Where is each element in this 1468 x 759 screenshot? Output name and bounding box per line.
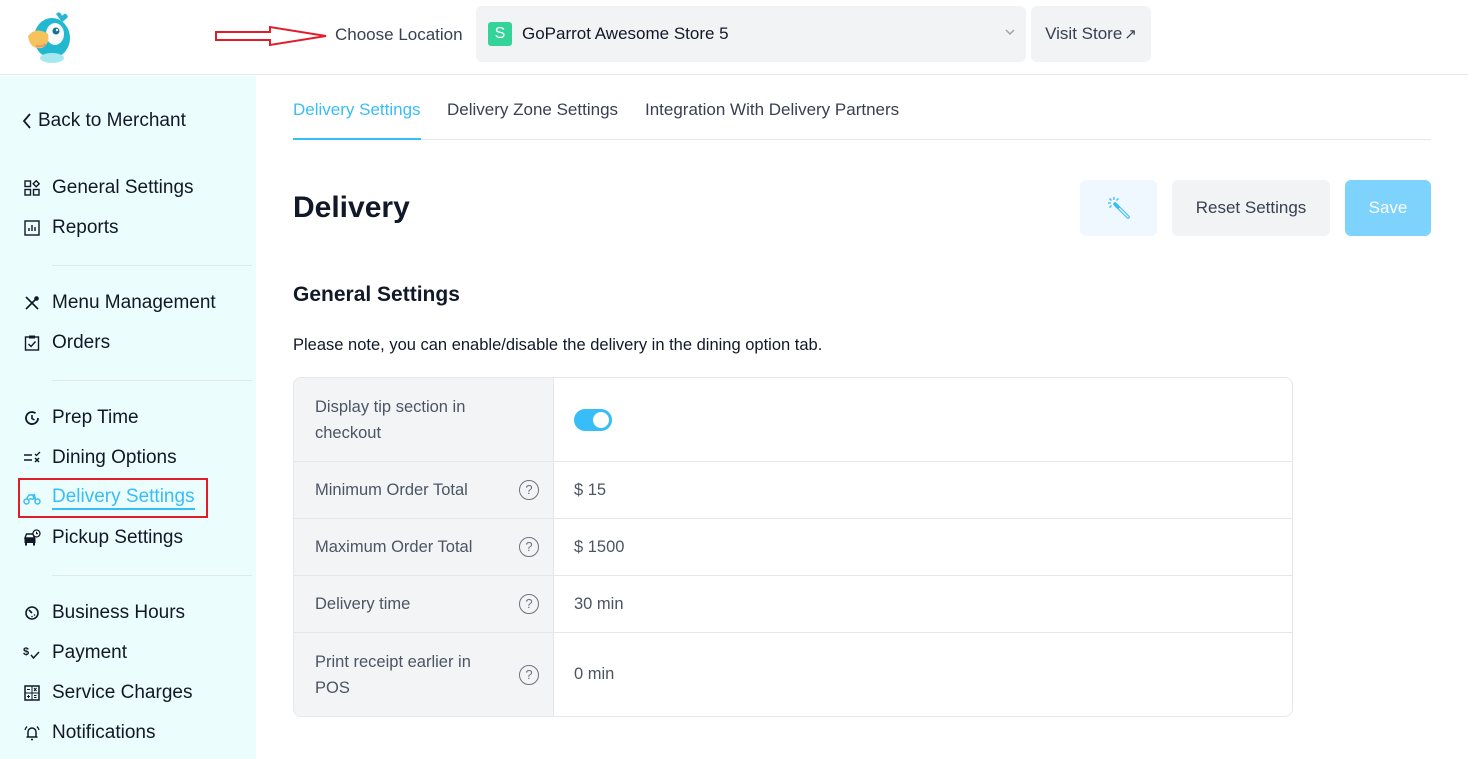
- location-select[interactable]: S GoParrot Awesome Store 5: [476, 6, 1026, 62]
- sidebar: Back to Merchant General Settings Report…: [0, 76, 256, 759]
- sidebar-item-label: Dining Options: [52, 447, 177, 468]
- goparrot-logo[interactable]: [22, 10, 78, 64]
- maximum-order-value[interactable]: $ 1500: [554, 519, 1292, 575]
- setting-row-print-receipt: Print receipt earlier in POS ? 0 min: [294, 633, 1292, 716]
- sidebar-item-orders[interactable]: Orders: [22, 329, 110, 357]
- setting-row-delivery-time: Delivery time ? 30 min: [294, 576, 1292, 633]
- setting-label-cell: Maximum Order Total ?: [294, 519, 554, 575]
- setting-row-display-tip: Display tip section in checkout: [294, 378, 1292, 462]
- delivery-note: Please note, you can enable/disable the …: [293, 336, 823, 354]
- setting-label: Print receipt earlier in POS: [315, 652, 471, 697]
- top-header: Choose Location S GoParrot Awesome Store…: [0, 0, 1468, 75]
- external-link-icon: ↗: [1124, 26, 1137, 43]
- clock-refresh-icon: [22, 408, 42, 428]
- sidebar-item-label: Orders: [52, 332, 111, 353]
- sidebar-item-label: Payment: [52, 642, 127, 663]
- sidebar-divider: [52, 265, 252, 266]
- chevron-left-icon: [22, 113, 31, 129]
- sidebar-item-dining-options[interactable]: Dining Options: [22, 444, 177, 472]
- section-title: General Settings: [293, 283, 460, 306]
- clipboard-check-icon: [22, 333, 42, 353]
- sidebar-item-label: Prep Time: [52, 407, 139, 428]
- help-icon[interactable]: ?: [519, 480, 539, 500]
- minimum-order-value[interactable]: $ 15: [554, 462, 1292, 518]
- sidebar-item-business-hours[interactable]: Business Hours: [22, 599, 185, 627]
- print-receipt-value[interactable]: 0 min: [554, 633, 1292, 716]
- sidebar-item-menu-management[interactable]: Menu Management: [22, 289, 216, 317]
- tab-delivery-settings[interactable]: Delivery Settings: [293, 100, 421, 140]
- sidebar-item-reports[interactable]: Reports: [22, 214, 119, 242]
- grid-icon: [22, 178, 42, 198]
- sidebar-item-service-charges[interactable]: Service Charges: [22, 679, 192, 707]
- sidebar-divider: [52, 575, 252, 576]
- setting-label-cell: Minimum Order Total ?: [294, 462, 554, 518]
- settings-table: Display tip section in checkout Minimum …: [293, 377, 1293, 717]
- setting-label-cell: Print receipt earlier in POS ?: [294, 633, 554, 716]
- setting-label-cell: Delivery time ?: [294, 576, 554, 632]
- page-title: Delivery: [293, 191, 410, 224]
- tab-delivery-zone-settings[interactable]: Delivery Zone Settings: [447, 100, 618, 140]
- choose-location-label: Choose Location: [335, 25, 463, 44]
- sidebar-item-label: General Settings: [52, 177, 194, 198]
- sidebar-item-general-settings[interactable]: General Settings: [22, 174, 194, 202]
- setting-row-maximum-order: Maximum Order Total ? $ 1500: [294, 519, 1292, 576]
- bell-icon: [22, 723, 42, 743]
- tab-integration-delivery-partners[interactable]: Integration With Delivery Partners: [645, 100, 899, 140]
- timer-icon: [22, 603, 42, 623]
- back-to-merchant-link[interactable]: Back to Merchant: [22, 110, 186, 132]
- chart-icon: [22, 218, 42, 238]
- setting-label-cell: Display tip section in checkout: [294, 378, 554, 461]
- sidebar-item-notifications[interactable]: Notifications: [22, 719, 156, 747]
- utensils-icon: [22, 293, 42, 313]
- sidebar-item-label: Notifications: [52, 722, 156, 743]
- calculator-icon: [22, 683, 42, 703]
- visit-store-label: Visit Store: [1045, 24, 1123, 43]
- sidebar-item-label: Menu Management: [52, 292, 216, 313]
- settings-tabs: Delivery Settings Delivery Zone Settings…: [293, 76, 1431, 140]
- selected-store-name: GoParrot Awesome Store 5: [522, 24, 729, 43]
- sidebar-item-label: Pickup Settings: [52, 527, 183, 548]
- chevron-down-icon: [1005, 29, 1015, 36]
- sidebar-item-label: Service Charges: [52, 682, 193, 703]
- setting-label: Maximum Order Total: [315, 538, 473, 556]
- sidebar-divider: [52, 380, 252, 381]
- visit-store-button[interactable]: Visit Store ↗: [1031, 6, 1151, 62]
- sidebar-item-payment[interactable]: $ Payment: [22, 639, 127, 667]
- help-icon[interactable]: ?: [519, 537, 539, 557]
- setting-value-cell: [554, 378, 1292, 461]
- sidebar-item-label: Reports: [52, 217, 119, 238]
- reset-settings-button[interactable]: Reset Settings: [1172, 180, 1330, 236]
- magic-wand-icon: [1107, 197, 1130, 219]
- delivery-time-value[interactable]: 30 min: [554, 576, 1292, 632]
- help-icon[interactable]: ?: [519, 594, 539, 614]
- save-button[interactable]: Save: [1345, 180, 1431, 236]
- sidebar-item-pickup-settings[interactable]: Pickup Settings: [22, 524, 183, 552]
- back-label: Back to Merchant: [38, 110, 186, 131]
- annotation-highlight-box: [18, 478, 208, 518]
- display-tip-toggle[interactable]: [574, 408, 612, 431]
- dollar-check-icon: $: [22, 643, 42, 663]
- svg-text:$: $: [23, 646, 29, 658]
- setting-label: Display tip section in checkout: [315, 397, 466, 442]
- setting-label: Minimum Order Total: [315, 481, 468, 499]
- setting-row-minimum-order: Minimum Order Total ? $ 15: [294, 462, 1292, 519]
- list-x-icon: [22, 448, 42, 468]
- sidebar-item-prep-time[interactable]: Prep Time: [22, 404, 139, 432]
- sidebar-item-label: Business Hours: [52, 602, 186, 623]
- store-badge: S: [488, 22, 512, 46]
- setting-label: Delivery time: [315, 595, 411, 613]
- magic-wand-button[interactable]: [1080, 180, 1157, 236]
- help-icon[interactable]: ?: [519, 664, 539, 685]
- car-clock-icon: [22, 528, 42, 548]
- annotation-arrow: [215, 25, 327, 47]
